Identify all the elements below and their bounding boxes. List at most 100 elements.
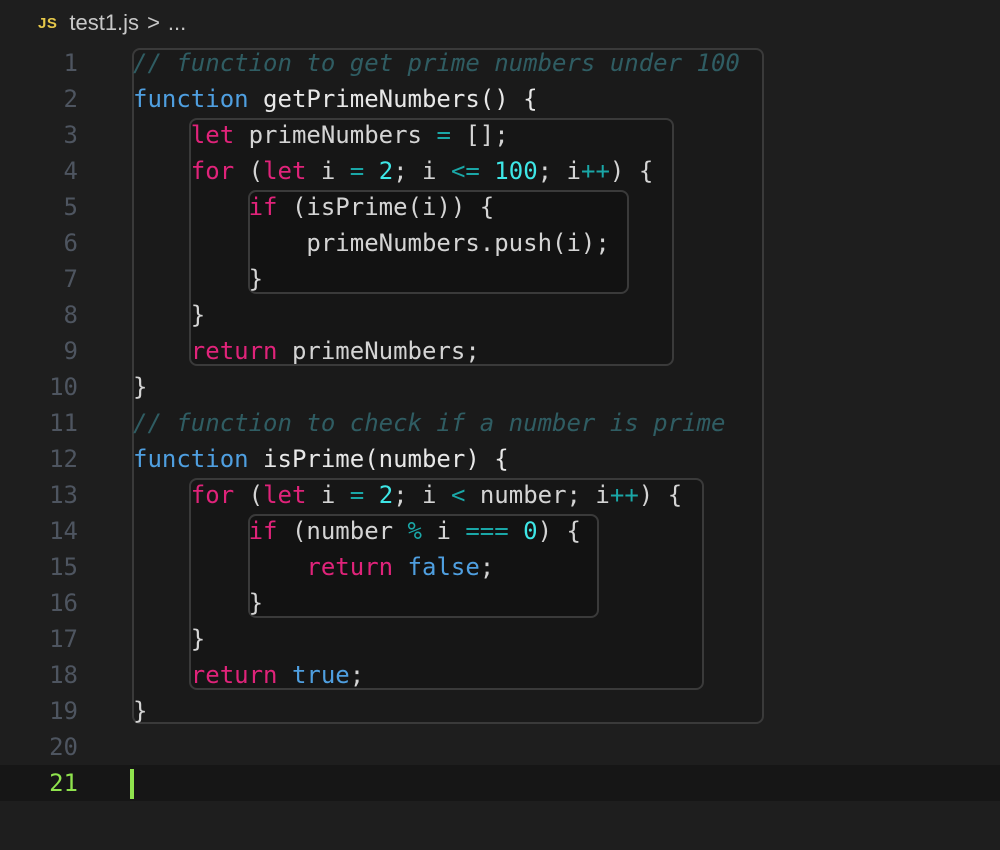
line-number: 13 (49, 481, 78, 509)
line-number: 8 (63, 301, 78, 329)
code-line-21[interactable]: 21 (0, 765, 1000, 801)
code-token: <= (450, 157, 480, 185)
code-line-4[interactable]: 4 for (let i = 2; i <= 100; i++) { (0, 153, 1000, 189)
code-token: i (422, 517, 466, 545)
code-token: = (349, 157, 365, 185)
code-token: ; i (537, 157, 582, 185)
code-line-20[interactable]: 20 (0, 729, 1000, 765)
code-token: if (248, 517, 278, 545)
line-number: 15 (49, 553, 78, 581)
code-token: } (133, 589, 264, 617)
code-line-1[interactable]: 1 // function to get prime numbers under … (0, 45, 1000, 81)
code-text[interactable]: } (133, 297, 205, 333)
line-number: 18 (49, 661, 78, 689)
code-line-6[interactable]: 6 primeNumbers.push(i); (0, 225, 1000, 261)
code-token: 100 (494, 157, 538, 185)
code-text[interactable]: for (let i = 2; i < number; i++) { (133, 477, 682, 513)
code-text[interactable]: for (let i = 2; i <= 100; i++) { (133, 153, 653, 189)
code-line-11[interactable]: 11 // function to check if a number is pr… (0, 405, 1000, 441)
code-text[interactable]: } (133, 585, 263, 621)
code-token: i (306, 157, 350, 185)
code-line-9[interactable]: 9 return primeNumbers; (0, 333, 1000, 369)
code-line-2[interactable]: 2 function getPrimeNumbers() { (0, 81, 1000, 117)
line-number: 5 (63, 193, 78, 221)
breadcrumb-file-name[interactable]: test1.js (69, 10, 139, 36)
code-token: < (450, 481, 466, 509)
code-text[interactable]: // function to check if a number is prim… (133, 405, 725, 441)
code-token: false (407, 553, 480, 581)
code-token: []; (450, 121, 509, 149)
code-line-19[interactable]: 19} (0, 693, 1000, 729)
code-line-14[interactable]: 14 if (number % i === 0) { (0, 513, 1000, 549)
code-line-5[interactable]: 5 if (isPrime(i)) { (0, 189, 1000, 225)
line-number: 17 (49, 625, 78, 653)
code-text[interactable]: if (isPrime(i)) { (133, 189, 495, 225)
code-token: ) { (609, 157, 654, 185)
code-token: return (190, 661, 278, 689)
code-token: === (465, 517, 509, 545)
code-token: ) { (537, 517, 581, 545)
code-line-15[interactable]: 15 return false; (0, 549, 1000, 585)
code-token: isPrime(number) { (248, 445, 509, 473)
code-token: ) { (638, 481, 683, 509)
code-token: // function to check if a number is prim… (133, 409, 726, 437)
code-text[interactable]: // function to get prime numbers under 1… (133, 45, 740, 81)
code-token: i (306, 481, 350, 509)
breadcrumb-symbol-ellipsis[interactable]: ... (168, 10, 186, 36)
line-number: 2 (63, 85, 78, 113)
code-line-13[interactable]: 13 for (let i = 2; i < number; i++) { (0, 477, 1000, 513)
code-token: 0 (523, 517, 538, 545)
code-token: 2 (378, 157, 394, 185)
code-token: number; i (465, 481, 610, 509)
code-text[interactable]: } (133, 693, 147, 729)
line-number: 1 (63, 49, 78, 77)
code-token: ( (234, 481, 264, 509)
code-line-18[interactable]: 18 return true; (0, 657, 1000, 693)
line-number: 7 (63, 265, 78, 293)
code-text[interactable]: } (133, 369, 147, 405)
text-cursor (130, 769, 134, 799)
line-number: 12 (49, 445, 78, 473)
code-token: let (263, 157, 307, 185)
code-token: = (436, 121, 451, 149)
code-text[interactable]: return primeNumbers; (133, 333, 480, 369)
code-text[interactable]: return false; (133, 549, 494, 585)
code-token: } (133, 373, 148, 401)
code-text[interactable]: } (133, 261, 263, 297)
code-token: true (291, 661, 350, 689)
code-token: } (133, 625, 206, 653)
code-token: ; i (393, 481, 451, 509)
code-text[interactable]: } (133, 621, 205, 657)
code-token: (isPrime(i)) { (277, 193, 495, 221)
code-token: ; i (393, 157, 451, 185)
code-text[interactable]: function getPrimeNumbers() { (133, 81, 538, 117)
code-text[interactable]: primeNumbers.push(i); (133, 225, 609, 261)
code-line-7[interactable]: 7 } (0, 261, 1000, 297)
line-number: 19 (49, 697, 78, 725)
code-line-3[interactable]: 3 let primeNumbers = []; (0, 117, 1000, 153)
code-editor[interactable]: 1 // function to get prime numbers under … (0, 45, 1000, 805)
code-token: ++ (581, 157, 610, 185)
code-token: } (133, 697, 148, 725)
code-text[interactable]: return true; (133, 657, 364, 693)
code-line-12[interactable]: 12 function isPrime(number) { (0, 441, 1000, 477)
code-text[interactable]: function isPrime(number) { (133, 441, 509, 477)
code-token: } (133, 301, 206, 329)
code-line-17[interactable]: 17 } (0, 621, 1000, 657)
code-line-8[interactable]: 8 } (0, 297, 1000, 333)
code-text[interactable]: let primeNumbers = []; (133, 117, 509, 153)
code-token: % (407, 517, 422, 545)
line-number: 6 (63, 229, 78, 257)
code-token: for (190, 481, 235, 509)
code-line-16[interactable]: 16 } (0, 585, 1000, 621)
code-text[interactable]: if (number % i === 0) { (133, 513, 581, 549)
code-line-10[interactable]: 10} (0, 369, 1000, 405)
code-token: getPrimeNumbers() { (248, 85, 538, 113)
